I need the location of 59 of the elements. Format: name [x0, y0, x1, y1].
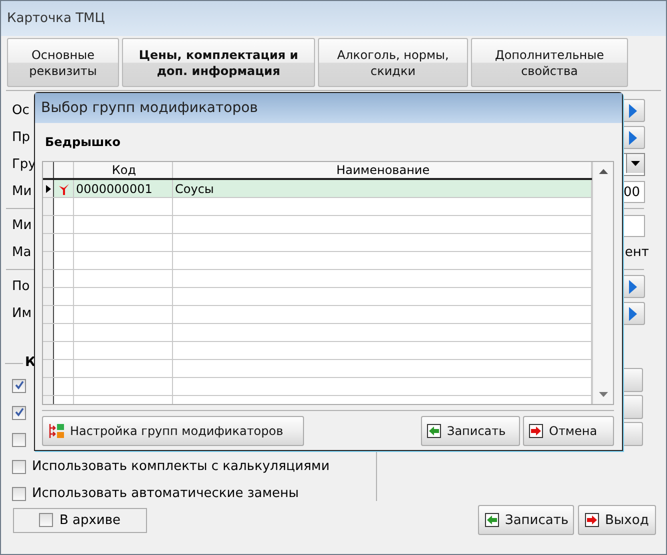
field-label: Ма: [12, 245, 32, 260]
action-button[interactable]: Выход: [578, 505, 656, 535]
right-arrow-icon: [585, 513, 599, 527]
dialog-button[interactable]: Настройка групп модификаторов: [42, 416, 304, 446]
column-header[interactable]: Код: [74, 162, 173, 178]
checkbox[interactable]: [12, 378, 26, 392]
left-arrow-icon: [485, 513, 499, 527]
scrollbar[interactable]: [592, 162, 613, 404]
play-arrow-icon: [629, 306, 637, 320]
table-row[interactable]: 0000000001 Соусы: [43, 180, 592, 198]
dialog-title: Выбор групп модификаторов: [41, 100, 258, 116]
table-cell: Соусы: [173, 180, 592, 197]
window-title: Карточка ТМЦ: [7, 11, 105, 26]
item-name: Бедрышко: [44, 134, 122, 151]
play-arrow-icon: [629, 280, 637, 294]
field-text: ент: [624, 245, 649, 260]
caret-icon: [631, 161, 640, 166]
empty-row[interactable]: [43, 360, 592, 378]
tab[interactable]: Алкоголь, нормы, скидки: [318, 38, 468, 87]
empty-row[interactable]: [43, 252, 592, 270]
tab[interactable]: Цены, комплектация и доп. информация: [122, 38, 315, 87]
checkbox-label: В архиве: [59, 512, 121, 528]
empty-row[interactable]: [43, 306, 592, 324]
play-arrow-icon: [629, 130, 637, 144]
empty-row[interactable]: [43, 216, 592, 234]
dialog-button[interactable]: Отмена: [523, 416, 614, 446]
down-arrow-icon: [598, 392, 608, 397]
checkbox[interactable]: [12, 486, 26, 500]
tab[interactable]: Дополнительные свойства: [471, 38, 628, 87]
tree-icon: [48, 423, 64, 439]
checkbox[interactable]: [12, 406, 26, 420]
checkbox[interactable]: [39, 513, 54, 527]
empty-row[interactable]: [43, 198, 592, 216]
field-label: По: [12, 279, 30, 294]
field-label: Ми: [12, 218, 32, 233]
left-arrow-icon: [427, 424, 441, 438]
action-button[interactable]: Записать: [478, 505, 574, 535]
dialog-button[interactable]: Записать: [421, 416, 520, 446]
up-arrow-icon: [598, 169, 608, 174]
checkbox[interactable]: [12, 432, 26, 446]
field-label: Им: [12, 306, 32, 321]
empty-row[interactable]: [43, 342, 592, 360]
field-label: Пр: [12, 130, 30, 145]
checkbox[interactable]: [12, 460, 26, 474]
option-label: Использовать комплекты с калькуляциями: [32, 459, 330, 474]
table-cell: 0000000001: [74, 180, 173, 197]
field-label: Ми: [12, 184, 32, 199]
empty-row[interactable]: [43, 288, 592, 306]
tab[interactable]: Основные реквизиты: [7, 38, 119, 87]
empty-row[interactable]: [43, 234, 592, 252]
option-label: Использовать автоматические замены: [32, 486, 299, 501]
empty-row[interactable]: [43, 378, 592, 396]
right-arrow-icon: [529, 424, 543, 438]
empty-row[interactable]: [43, 270, 592, 288]
empty-row[interactable]: [43, 324, 592, 342]
field-label: Ос: [12, 103, 30, 118]
field-label: Гру: [12, 157, 36, 172]
current-row-icon: [46, 184, 50, 192]
play-arrow-icon: [629, 104, 637, 118]
